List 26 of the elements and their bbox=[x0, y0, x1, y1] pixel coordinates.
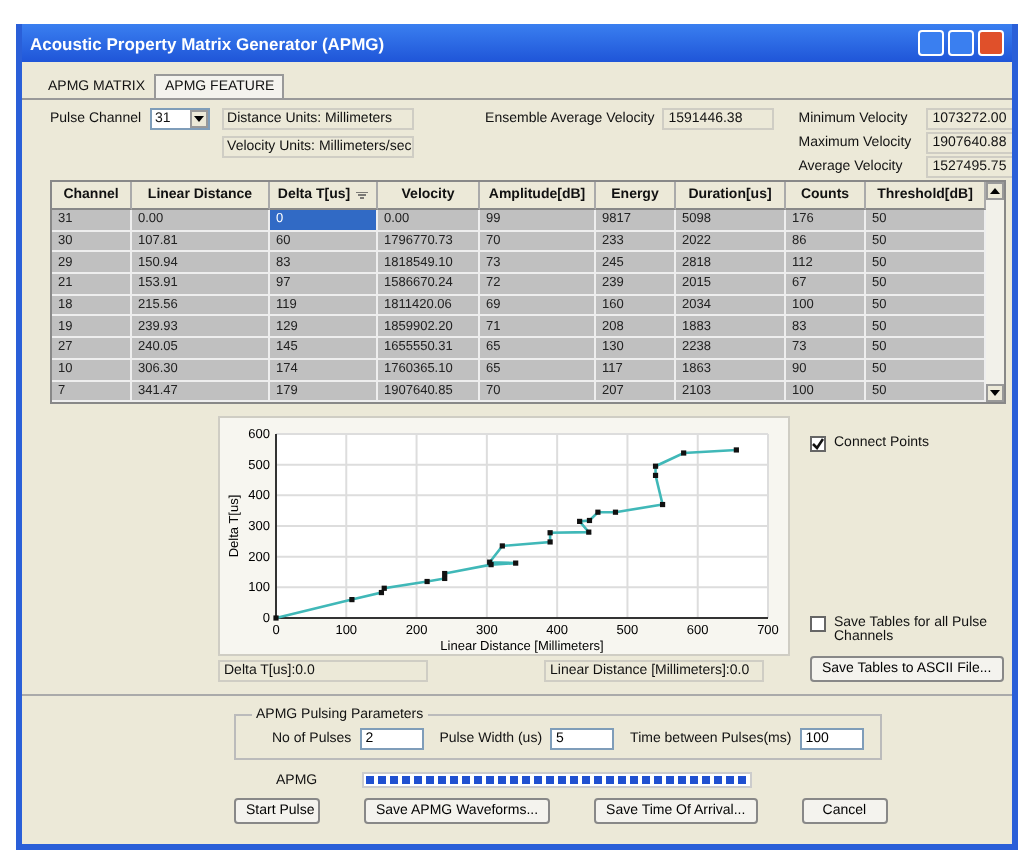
checkbox[interactable] bbox=[810, 436, 826, 453]
checkbox[interactable] bbox=[810, 616, 826, 633]
maximize-button[interactable] bbox=[948, 30, 974, 56]
data-point bbox=[652, 473, 659, 479]
data-point bbox=[547, 539, 553, 545]
data-point bbox=[659, 502, 666, 508]
data-point bbox=[652, 464, 659, 470]
close-button[interactable] bbox=[978, 30, 1004, 56]
data-point bbox=[273, 615, 279, 621]
data-point bbox=[586, 529, 592, 536]
data-point bbox=[733, 447, 739, 453]
window-title: Acoustic Property Matrix Generator (APMG) bbox=[30, 33, 385, 53]
minimize-button[interactable] bbox=[918, 30, 944, 56]
data-point bbox=[424, 579, 430, 585]
data-point bbox=[612, 510, 619, 516]
data-point bbox=[513, 560, 519, 567]
data-point bbox=[577, 519, 583, 525]
data-point bbox=[499, 543, 505, 549]
data-point bbox=[681, 450, 687, 456]
dropdown-arrow-icon bbox=[189, 110, 208, 128]
data-point bbox=[547, 530, 553, 536]
data-point bbox=[349, 597, 355, 603]
scroll-up-icon[interactable] bbox=[986, 182, 1004, 200]
scroll-down-icon[interactable] bbox=[986, 384, 1004, 403]
scrollbar[interactable] bbox=[986, 182, 1004, 403]
sort-icon bbox=[356, 191, 369, 199]
